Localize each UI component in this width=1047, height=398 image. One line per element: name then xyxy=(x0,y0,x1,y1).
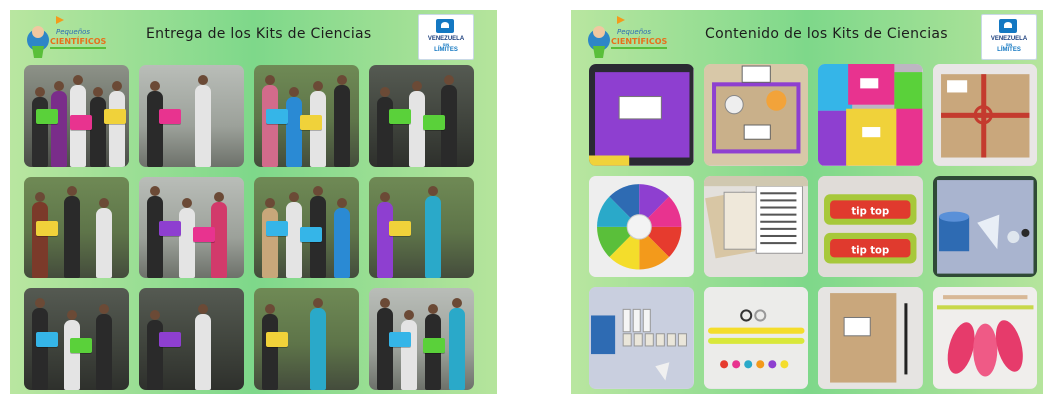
person-figure xyxy=(51,80,68,167)
svg-text:CIENTÍFICOS: CIENTÍFICOS xyxy=(50,35,107,46)
science-kit-box xyxy=(423,115,445,130)
science-kit-box xyxy=(104,109,126,124)
person-figure xyxy=(334,74,350,167)
person-figure xyxy=(108,80,125,167)
printed-worksheets xyxy=(703,175,808,278)
venezuela-sin-limites-logo: VENEZUELA SIN LÍMITES xyxy=(418,14,474,60)
candy-packs: tip top tip top xyxy=(818,175,923,278)
science-kit-box xyxy=(423,338,445,354)
right-header: Pequeños CIENTÍFICOS Contenido de los Ki… xyxy=(571,10,1043,66)
folder-and-pencil xyxy=(818,287,923,389)
vsl-mark-icon xyxy=(436,19,454,33)
person-figure xyxy=(262,303,278,390)
science-kit-box xyxy=(300,115,322,130)
science-kit-box xyxy=(389,109,411,124)
science-kit-box xyxy=(266,220,288,236)
science-kit-box xyxy=(159,332,181,348)
person-figure xyxy=(64,186,80,279)
science-kit-box xyxy=(36,332,58,348)
person-figure xyxy=(32,86,48,167)
delivery-photo xyxy=(139,176,244,279)
left-slide-panel: Pequeños CIENTÍFICOS Entrega de los Kits… xyxy=(10,10,497,394)
person-figure xyxy=(377,297,393,390)
person-figure xyxy=(262,74,278,167)
person-figure xyxy=(147,186,163,279)
science-kit-box xyxy=(389,220,411,236)
rings-and-beads xyxy=(703,287,808,389)
svg-text:tip top: tip top xyxy=(851,206,889,217)
colored-boxes xyxy=(818,64,923,166)
science-kit-box xyxy=(159,220,181,236)
person-figure xyxy=(89,86,106,167)
science-kit-box xyxy=(300,226,322,242)
person-figure xyxy=(377,86,393,167)
left-header: Pequeños CIENTÍFICOS Entrega de los Kits… xyxy=(10,10,497,66)
science-kit-box xyxy=(389,332,411,348)
person-figure xyxy=(147,309,163,390)
person-figure xyxy=(195,74,211,167)
svg-text:Pequeños: Pequeños xyxy=(56,28,90,36)
person-figure xyxy=(147,80,163,167)
vsl-mark-icon xyxy=(999,19,1017,33)
person-figure xyxy=(310,297,326,390)
delivery-photo xyxy=(254,288,359,390)
person-figure xyxy=(401,309,417,390)
science-kit-box xyxy=(36,109,58,124)
delivery-photo xyxy=(369,288,474,390)
color-wheel xyxy=(589,175,694,278)
delivery-photo xyxy=(139,288,244,390)
person-figure xyxy=(449,297,465,390)
purple-box xyxy=(589,64,694,166)
person-figure xyxy=(96,198,112,279)
person-figure xyxy=(32,297,48,390)
person-figure xyxy=(286,86,302,167)
person-figure xyxy=(96,303,112,390)
pink-balloons xyxy=(932,287,1037,389)
delivery-photo xyxy=(369,65,474,167)
person-figure xyxy=(179,198,195,279)
svg-text:CIENTÍFICOS: CIENTÍFICOS xyxy=(611,35,668,46)
delivery-photo xyxy=(369,176,474,279)
svg-text:tip top: tip top xyxy=(851,245,889,256)
delivery-photo-grid xyxy=(24,65,474,390)
cup-and-vials xyxy=(589,287,694,389)
vsl-wordmark: VENEZUELA SIN LÍMITES xyxy=(990,36,1028,53)
pequenos-cientificos-logo: Pequeños CIENTÍFICOS xyxy=(27,16,107,58)
venezuela-sin-limites-logo: VENEZUELA SIN LÍMITES xyxy=(981,14,1037,60)
right-slide-panel: Pequeños CIENTÍFICOS Contenido de los Ki… xyxy=(571,10,1043,394)
delivery-photo xyxy=(254,65,359,167)
delivery-photo xyxy=(139,65,244,167)
blue-cup-and-clay xyxy=(932,175,1037,278)
slide-title: Entrega de los Kits de Ciencias xyxy=(146,26,372,42)
svg-text:Pequeños: Pequeños xyxy=(617,28,651,36)
person-figure xyxy=(377,192,393,279)
person-figure xyxy=(64,309,80,390)
person-figure xyxy=(334,198,350,279)
person-figure xyxy=(262,198,278,279)
kraft-box-with-ribbon xyxy=(932,64,1037,166)
science-kit-box xyxy=(193,226,215,242)
kit-contents-grid: tip top tip top xyxy=(589,64,1037,389)
science-kit-box xyxy=(36,220,58,236)
delivery-photo xyxy=(24,65,129,167)
vsl-wordmark: VENEZUELA SIN LÍMITES xyxy=(427,36,465,53)
pequenos-cientificos-logo: Pequeños CIENTÍFICOS xyxy=(588,16,668,58)
science-kit-box xyxy=(70,115,92,130)
science-kit-box xyxy=(159,109,181,124)
person-figure xyxy=(425,186,441,279)
slide-title: Contenido de los Kits de Ciencias xyxy=(705,26,948,42)
person-figure xyxy=(195,303,211,390)
delivery-photo xyxy=(254,176,359,279)
science-kit-box xyxy=(266,332,288,348)
open-kit-box xyxy=(703,64,808,166)
science-kit-box xyxy=(70,338,92,354)
delivery-photo xyxy=(24,288,129,390)
delivery-photo xyxy=(24,176,129,279)
science-kit-box xyxy=(266,109,288,124)
person-figure xyxy=(32,192,48,279)
